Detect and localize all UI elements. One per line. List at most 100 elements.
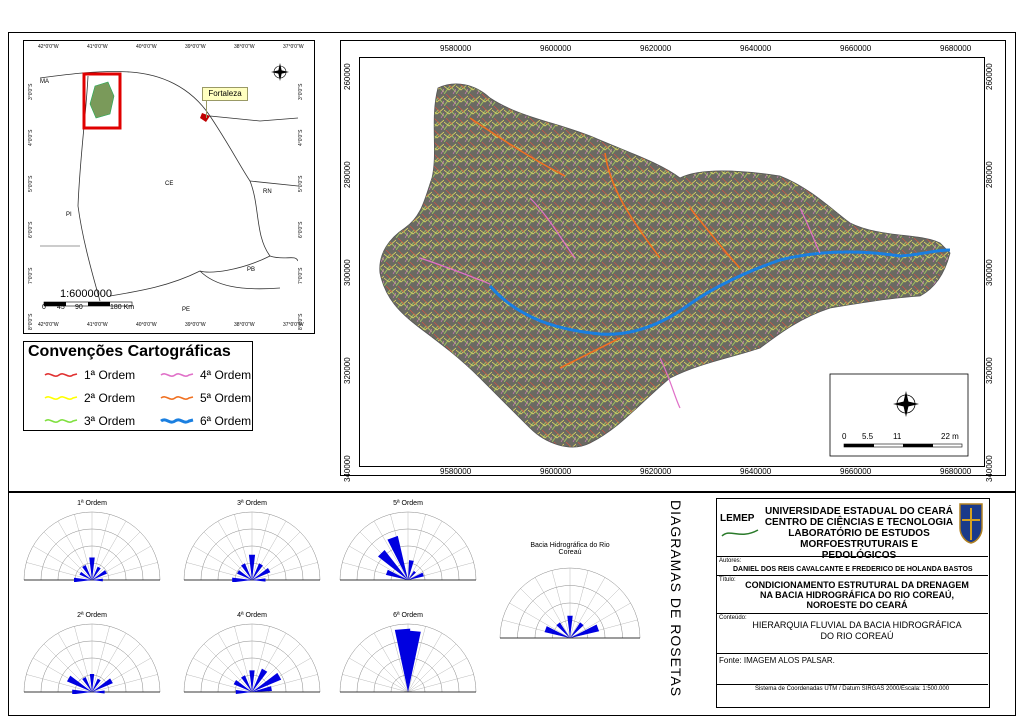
tick-label: 9620000 <box>640 44 672 53</box>
tick-label: 38°0'0"W <box>234 322 255 328</box>
tick-label: 39°0'0"W <box>185 44 206 50</box>
legend-line-icon <box>44 373 78 377</box>
rose-title: 1ª Ordem <box>77 500 107 507</box>
main-scale-label: 5.5 <box>862 432 874 441</box>
tick-label: 8°0'0"S <box>28 313 34 330</box>
main-scale-label: 22 m <box>941 432 959 441</box>
map-content-line: HIERARQUIA FLUVIAL DA BACIA HIDROGRÁFICA <box>752 620 962 630</box>
rose-title: 2ª Ordem <box>77 612 107 619</box>
legend-label: 2ª Ordem <box>84 391 136 405</box>
tick-label: 340000 <box>343 455 352 482</box>
tick-label: 9600000 <box>540 467 572 476</box>
tick-label: 5°0'0"S <box>28 175 34 192</box>
tick-label: 340000 <box>985 455 994 482</box>
tick-label: 300000 <box>985 259 994 286</box>
state-label-pe: PE <box>182 307 191 313</box>
legend-line-icon <box>160 418 194 424</box>
river-basin-map <box>379 83 969 457</box>
rose-diagram <box>23 511 161 582</box>
fortaleza-leader <box>206 100 207 118</box>
tick-label: 9600000 <box>540 44 572 53</box>
title-block-divider <box>716 556 988 557</box>
institution-line: MORFOESTRUTURAIS E PEDOLÓGICOS <box>800 539 918 561</box>
tick-label: 41°0'0"W <box>87 44 108 50</box>
rose-diagram <box>339 511 477 581</box>
tick-label: 40°0'0"W <box>136 44 157 50</box>
university-crest-icon <box>959 503 983 544</box>
tick-label: 42°0'0"W <box>38 44 59 50</box>
legend-item: 1ª Ordem <box>44 368 135 382</box>
map-title-line: NA BACIA HIDROGRÁFICA DO RIO COREAÚ, <box>760 590 954 600</box>
map-title: CONDICIONAMENTO ESTRUTURAL DA DRENAGEM N… <box>734 580 980 610</box>
tick-label: 40°0'0"W <box>136 322 157 328</box>
title-block-divider <box>716 684 988 685</box>
map-title-line: NOROESTE DO CEARÁ <box>806 600 908 610</box>
fortaleza-label: Fortaleza <box>208 89 242 98</box>
tick-label: 9680000 <box>940 44 972 53</box>
map-title-line: CONDICIONAMENTO ESTRUTURAL DA DRENAGEM <box>745 580 969 590</box>
state-label-ce: CE <box>165 181 174 187</box>
rose-diagrams-side-title: DIAGRAMAS DE ROSETAS <box>668 500 684 698</box>
lemep-logo-text: LEMEP <box>720 513 755 524</box>
tick-label: 7°0'0"S <box>298 267 304 284</box>
rose-diagram <box>339 623 477 693</box>
source-text: Fonte: IMAGEM ALOS PALSAR. <box>719 656 835 665</box>
rose-title: 5ª Ordem <box>393 500 423 507</box>
institution-block: UNIVERSIDADE ESTADUAL DO CEARÁ CENTRO DE… <box>762 506 956 561</box>
main-scale-label: 11 <box>893 432 902 441</box>
legend-label: 3ª Ordem <box>84 414 136 428</box>
state-label-ma: MA <box>40 79 49 85</box>
legend-title: Convenções Cartográficas <box>28 343 231 360</box>
locator-scale-label: 45 <box>57 304 65 311</box>
rose-diagram <box>183 511 321 582</box>
legend-item: 3ª Ordem <box>44 414 135 428</box>
rose-diagram <box>23 623 161 694</box>
locator-map <box>40 63 298 307</box>
locator-north-arrow-icon <box>271 63 289 81</box>
state-label-rn: RN <box>263 189 272 195</box>
authors-value: DANIEL DOS REIS CAVALCANTE E FREDERICO D… <box>733 566 973 573</box>
legend-label: 4ª Ordem <box>200 368 252 382</box>
lemep-logo: LEMEP <box>720 508 760 540</box>
rose-diagram <box>499 567 641 639</box>
title-block-divider <box>716 653 988 654</box>
map-content: HIERARQUIA FLUVIAL DA BACIA HIDROGRÁFICA… <box>734 620 980 642</box>
tick-label: 9660000 <box>840 467 872 476</box>
main-scale-label: 0 <box>842 432 847 441</box>
rose-title: 4ª Ordem <box>237 612 267 619</box>
locator-scale-label: 0 <box>42 304 46 311</box>
legend-line-icon <box>44 419 78 423</box>
tick-label: 9620000 <box>640 467 672 476</box>
locator-scale-ratio: 1:6000000 <box>60 288 112 300</box>
title-block-divider <box>716 613 988 614</box>
tick-label: 320000 <box>985 357 994 384</box>
tick-label: 300000 <box>343 259 352 286</box>
tick-label: 260000 <box>985 63 994 90</box>
tick-label: 4°0'0"S <box>28 129 34 146</box>
rose-diagram <box>183 623 321 694</box>
legend-label: 1ª Ordem <box>84 368 136 382</box>
legend-line-icon <box>44 396 78 400</box>
tick-label: 9580000 <box>440 44 472 53</box>
tick-label: 9680000 <box>940 467 972 476</box>
tick-label: 260000 <box>343 63 352 90</box>
legend-line-icon <box>160 373 194 377</box>
legend-item: 4ª Ordem <box>160 368 251 382</box>
title-block-divider <box>716 575 988 576</box>
tick-label: 6°0'0"S <box>28 221 34 238</box>
tick-label: 9660000 <box>840 44 872 53</box>
legend-item: 6ª Ordem <box>160 414 251 428</box>
tick-label: 9640000 <box>740 44 772 53</box>
map-content-line: DO RIO COREAÚ <box>820 631 894 641</box>
locator-scale-label: 180 Km <box>110 304 135 311</box>
coordinate-system-text: Sistema de Coordenadas UTM / Datum SIRGA… <box>754 686 950 692</box>
legend-label: 5ª Ordem <box>200 391 252 405</box>
fortaleza-callout: Fortaleza <box>202 87 248 101</box>
rose-title: 6ª Ordem <box>393 612 423 619</box>
legend-item: 5ª Ordem <box>160 391 251 405</box>
tick-label: 9640000 <box>740 467 772 476</box>
locator-scale-label: 90 <box>75 304 83 311</box>
rose-title: Bacia Hidrográfica do Rio Coreaú <box>530 542 610 556</box>
legend-label: 6ª Ordem <box>200 414 252 428</box>
tick-label: 7°0'0"S <box>28 267 34 284</box>
